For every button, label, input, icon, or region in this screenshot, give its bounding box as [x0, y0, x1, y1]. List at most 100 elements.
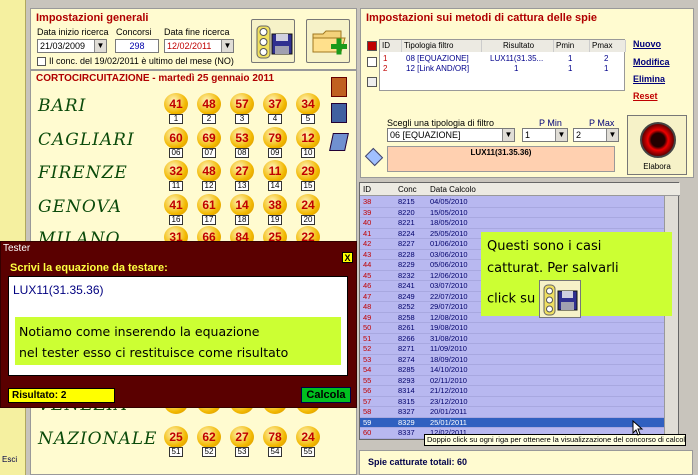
number-bulb[interactable]: 61 17	[197, 194, 221, 225]
number-bulb[interactable]: 41 1	[164, 93, 188, 124]
table-row[interactable]: 59 8329 25/01/2011	[360, 417, 665, 428]
delete-icon[interactable]	[367, 41, 377, 51]
row-conc: 8327	[398, 407, 415, 416]
number-bulb[interactable]: 78 54	[263, 426, 287, 457]
col-conc: Conc	[398, 185, 417, 194]
row-conc: 8229	[398, 260, 415, 269]
pmin-value: 1	[525, 130, 531, 140]
number-bulb[interactable]: 24 55	[296, 426, 320, 457]
position-index: 14	[268, 181, 282, 191]
number-bulb[interactable]: 48 12	[197, 160, 221, 191]
contests-input[interactable]: 298	[115, 39, 159, 53]
grid-icon[interactable]	[331, 77, 347, 97]
row-date: 01/06/2010	[430, 239, 468, 248]
number-bulb[interactable]: 29 15	[296, 160, 320, 191]
table-row[interactable]: 1 08 [EQUAZIONE] LUX11(31.35... 1 2	[380, 54, 624, 64]
pmax-select[interactable]: 2 ▼	[573, 128, 619, 142]
row-pmax: 1	[604, 64, 609, 73]
number-bulb[interactable]: 27 53	[230, 426, 254, 457]
number-bulb[interactable]: 32 11	[164, 160, 188, 191]
stack-icon[interactable]	[331, 103, 347, 123]
position-index: 2	[202, 114, 216, 124]
end-date-select[interactable]: 12/02/2011 ▼	[164, 39, 234, 53]
delete-link[interactable]: Elimina	[633, 74, 665, 84]
unchecked-icon[interactable]	[367, 57, 377, 67]
row-id: 44	[363, 260, 372, 269]
pmax-value: 2	[576, 130, 582, 140]
copy-icon[interactable]	[367, 77, 377, 87]
table-row[interactable]: 54 8285 14/10/2010	[360, 365, 665, 376]
table-row[interactable]: 51 8266 31/08/2010	[360, 334, 665, 344]
number-bulb[interactable]: 48 2	[197, 93, 221, 124]
number-bulb[interactable]: 38 19	[263, 194, 287, 225]
close-button[interactable]: X	[342, 252, 353, 263]
position-index: 1	[169, 114, 183, 124]
number-bulb[interactable]: 25 51	[164, 426, 188, 457]
row-date: 05/06/2010	[430, 260, 468, 269]
draw-title: CORTOCIRCUITAZIONE - martedì 25 gennaio …	[36, 73, 275, 84]
application-window: Esci Impostazioni generali Data inizio r…	[0, 0, 698, 475]
new-link[interactable]: Nuovo	[633, 39, 661, 49]
table-row[interactable]: 2 12 [Link AND/OR] 1 1 1	[380, 64, 624, 74]
end-date-label: Data fine ricerca	[164, 27, 230, 37]
exit-label[interactable]: Esci	[2, 455, 17, 464]
row-conc: 8224	[398, 228, 415, 238]
table-row[interactable]: 53 8274 18/09/2010	[360, 354, 665, 365]
number-bulb[interactable]: 69 07	[197, 127, 221, 158]
elabora-button[interactable]: Elabora	[627, 115, 687, 175]
number-bulb[interactable]: 41 16	[164, 194, 188, 225]
number-bulb[interactable]: 62 52	[197, 426, 221, 457]
open-folder-button[interactable]	[306, 19, 350, 63]
equation-prompt: Scrivi la equazione da testare:	[10, 262, 168, 274]
filter-type-label: Scegli una tipologia di filtro	[387, 118, 495, 128]
save-button[interactable]	[251, 19, 295, 63]
number-bulb[interactable]: 37 4	[263, 93, 287, 124]
last-month-checkbox[interactable]	[37, 57, 46, 66]
reset-link[interactable]: Reset	[633, 91, 658, 101]
table-row[interactable]: 56 8314 21/12/2010	[360, 386, 665, 397]
drawn-number: 11	[263, 160, 287, 182]
table-row[interactable]: 40 8221 18/05/2010	[360, 218, 665, 229]
number-bulb[interactable]: 60 06	[164, 127, 188, 158]
captures-header: ID Conc Data Calcolo	[360, 183, 680, 196]
row-date: 18/09/2010	[430, 354, 468, 364]
equation-textarea[interactable]: LUX11(31.35.36) Notiamo come inserendo l…	[8, 276, 348, 376]
row-conc: 8285	[398, 365, 415, 374]
calculate-button[interactable]: Calcola	[301, 387, 351, 403]
tester-window: Tester X Scrivi la equazione da testare:…	[0, 241, 357, 408]
drawn-number: 29	[296, 160, 320, 182]
table-row[interactable]: 50 8261 19/08/2010	[360, 323, 665, 334]
capture-methods-title: Impostazioni sui metodi di cattura delle…	[366, 12, 598, 24]
number-bulb[interactable]: 24 20	[296, 194, 320, 225]
number-bulb[interactable]: 27 13	[230, 160, 254, 191]
table-row[interactable]: 55 8293 02/11/2010	[360, 376, 665, 386]
row-tipo: 08 [EQUAZIONE]	[406, 54, 469, 63]
table-row[interactable]: 38 8215 04/05/2010	[360, 197, 665, 208]
table-row[interactable]: 39 8220 15/05/2010	[360, 207, 665, 218]
pencil-icon[interactable]	[329, 133, 349, 151]
row-id: 39	[363, 207, 372, 217]
position-index: 55	[301, 447, 315, 457]
pmin-select[interactable]: 1 ▼	[522, 128, 568, 142]
table-row[interactable]: 52 8271 11/09/2010	[360, 344, 665, 355]
end-date-value: 12/02/2011	[167, 41, 212, 51]
position-index: 5	[301, 114, 315, 124]
filters-table: ID Tipologia filtro Risultato Pmin Pmax …	[379, 39, 626, 91]
table-row[interactable]: 57 8315 23/12/2010	[360, 397, 665, 407]
pmin-label: P Min	[539, 118, 562, 128]
row-conc: 8314	[398, 386, 415, 395]
number-bulb[interactable]: 14 18	[230, 194, 254, 225]
start-date-select[interactable]: 21/03/2009 ▼	[37, 39, 107, 53]
number-bulb[interactable]: 57 3	[230, 93, 254, 124]
drawn-number: 14	[230, 194, 254, 216]
col-data: Data Calcolo	[430, 185, 476, 194]
position-index: 16	[169, 215, 183, 225]
number-bulb[interactable]: 34 5	[296, 93, 320, 124]
number-bulb[interactable]: 53 08	[230, 127, 254, 158]
filter-type-select[interactable]: 06 [EQUAZIONE] ▼	[387, 128, 515, 142]
number-bulb[interactable]: 12 10	[296, 127, 320, 158]
number-bulb[interactable]: 11 14	[263, 160, 287, 191]
edit-link[interactable]: Modifica	[633, 57, 670, 67]
table-row[interactable]: 58 8327 20/01/2011	[360, 407, 665, 418]
number-bulb[interactable]: 79 09	[263, 127, 287, 158]
